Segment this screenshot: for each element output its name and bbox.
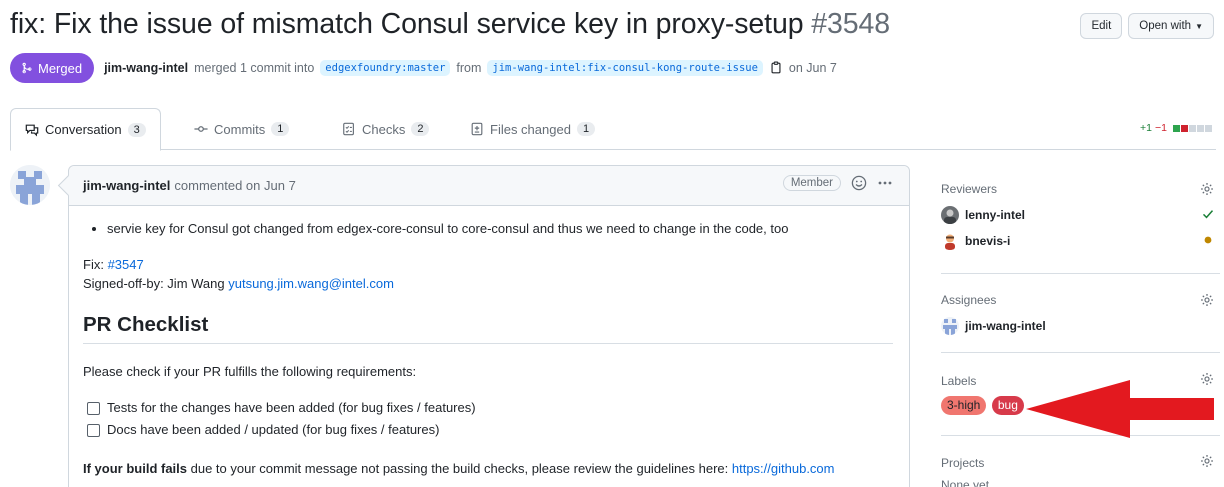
tab-label: Conversation — [45, 122, 122, 137]
signed-off-text: Signed-off-by: Jim Wang — [83, 276, 225, 291]
merge-icon — [22, 62, 32, 74]
annotation-arrow-icon — [1026, 380, 1214, 438]
comment-author[interactable]: jim-wang-intel — [83, 178, 170, 193]
identicon-avatar — [10, 165, 50, 205]
task-item: Tests for the changes have been added (f… — [87, 397, 893, 419]
pr-sidebar: Reviewers lenny-intel bnevis-i Assignees… — [941, 176, 1220, 487]
assignee-row[interactable]: jim-wang-intel — [941, 313, 1220, 339]
tab-label: Files changed — [490, 121, 571, 137]
pr-meta: Merged jim-wang-intel merged 1 commit in… — [10, 53, 837, 83]
task-label: Docs have been added / updated (for bug … — [107, 422, 440, 437]
projects-value: None yet — [941, 478, 990, 487]
diffstat-blocks — [1173, 124, 1212, 132]
approved-check-icon — [1202, 208, 1214, 223]
commit-icon — [194, 126, 208, 132]
task-checkbox[interactable] — [87, 401, 100, 415]
label-3-high[interactable]: 3-high — [941, 396, 987, 415]
pr-description-comment: jim-wang-intel commented on Jun 7 Member… — [68, 165, 910, 487]
merged-state-badge: Merged — [10, 53, 95, 83]
tab-commits[interactable]: Commits 1 — [180, 108, 303, 150]
reviewer-name: bnevis-i — [965, 234, 1011, 248]
pr-title: fix: Fix the issue of mismatch Consul se… — [10, 8, 891, 40]
task-label: Tests for the changes have been added (f… — [107, 400, 476, 415]
task-item: Docs have been added / updated (for bug … — [87, 419, 893, 441]
tab-counter: 2 — [411, 122, 430, 136]
build-note-bold: If your build fails — [83, 461, 188, 476]
member-badge: Member — [782, 175, 841, 191]
projects-title[interactable]: Projects — [941, 450, 1220, 476]
reviewer-avatar — [941, 206, 959, 224]
pr-tabs: Conversation 3 Commits 1 Checks 2 Files … — [10, 108, 1216, 151]
tab-counter: 3 — [127, 122, 146, 137]
reviewer-row[interactable]: bnevis-i — [941, 228, 1220, 254]
open-with-button[interactable]: Open with ▼ — [1128, 13, 1214, 39]
author-avatar[interactable] — [10, 165, 50, 205]
tab-files-changed[interactable]: Files changed 1 — [456, 108, 609, 150]
pr-title-row: fix: Fix the issue of mismatch Consul se… — [10, 8, 980, 48]
gear-icon[interactable] — [1200, 293, 1214, 307]
assignees-title[interactable]: Assignees — [941, 287, 1220, 313]
label-bug[interactable]: bug — [991, 396, 1024, 415]
from-text: from — [456, 61, 482, 75]
reviewer-name: lenny-intel — [965, 208, 1026, 222]
copy-icon[interactable] — [769, 61, 783, 75]
fix-line: Fix: #3547 — [83, 255, 893, 274]
chevron-down-icon: ▼ — [1195, 21, 1203, 31]
merge-date: on Jun 7 — [788, 61, 837, 75]
assignees-section: Assignees jim-wang-intel — [941, 274, 1220, 353]
tab-checks[interactable]: Checks 2 — [328, 108, 443, 150]
kebab-menu-icon[interactable] — [877, 175, 893, 191]
task-checkbox[interactable] — [87, 423, 100, 437]
tab-label: Checks — [362, 121, 406, 137]
reviewer-avatar — [941, 232, 959, 250]
diffstat-additions: +1 — [1140, 122, 1153, 134]
pr-author-link[interactable]: jim-wang-intel — [104, 61, 188, 75]
header-actions: Edit Open with ▼ — [1080, 13, 1214, 39]
build-note-text: due to your commit message not passing t… — [187, 461, 732, 476]
gear-icon[interactable] — [1200, 454, 1214, 468]
guidelines-link[interactable]: https://github.com — [732, 461, 835, 476]
reviewer-row[interactable]: lenny-intel — [941, 202, 1220, 228]
checklist-heading: PR Checklist — [83, 313, 893, 344]
email-link[interactable]: yutsung.jim.wang@intel.com — [228, 276, 394, 291]
pending-dot-icon — [1202, 234, 1214, 249]
tab-conversation[interactable]: Conversation 3 — [10, 108, 161, 151]
projects-section: Projects None yet — [941, 436, 1220, 487]
assignee-name: jim-wang-intel — [965, 319, 1046, 333]
smiley-icon[interactable] — [851, 175, 867, 191]
tab-counter: 1 — [271, 122, 290, 136]
tab-label: Commits — [214, 121, 266, 137]
gear-icon[interactable] — [1200, 182, 1214, 196]
tab-counter: 1 — [576, 122, 596, 136]
checks-icon — [343, 122, 354, 136]
comment-body: servie key for Consul got changed from e… — [69, 206, 909, 478]
conversation-icon — [25, 124, 39, 136]
comment-action: commented on Jun 7 — [174, 178, 296, 193]
reviewers-section: Reviewers lenny-intel bnevis-i — [941, 176, 1220, 274]
issue-link[interactable]: #3547 — [108, 257, 144, 272]
pr-number: #3548 — [811, 8, 891, 40]
signed-off-line: Signed-off-by: Jim Wang yutsung.jim.wang… — [83, 274, 893, 293]
merge-text: merged 1 commit into — [194, 61, 315, 75]
diffstat: +1 −1 — [1140, 122, 1212, 134]
diffstat-deletions: −1 — [1155, 122, 1167, 134]
bullet-item: servie key for Consul got changed from e… — [107, 220, 893, 238]
bullet-list: servie key for Consul got changed from e… — [107, 220, 893, 238]
base-branch[interactable]: edgexfoundry:master — [320, 60, 451, 76]
file-diff-icon — [471, 122, 483, 136]
assignee-avatar — [941, 317, 959, 335]
merged-state-label: Merged — [38, 60, 83, 76]
fix-label: Fix: — [83, 257, 104, 272]
reviewers-title[interactable]: Reviewers — [941, 176, 1220, 202]
checklist-intro: Please check if your PR fulfills the fol… — [83, 364, 417, 379]
comment-header: jim-wang-intel commented on Jun 7 Member — [69, 166, 909, 206]
head-branch[interactable]: jim-wang-intel:fix-consul-kong-route-iss… — [487, 60, 763, 76]
build-note: If your build fails due to your commit m… — [83, 459, 893, 478]
edit-button[interactable]: Edit — [1080, 13, 1123, 39]
